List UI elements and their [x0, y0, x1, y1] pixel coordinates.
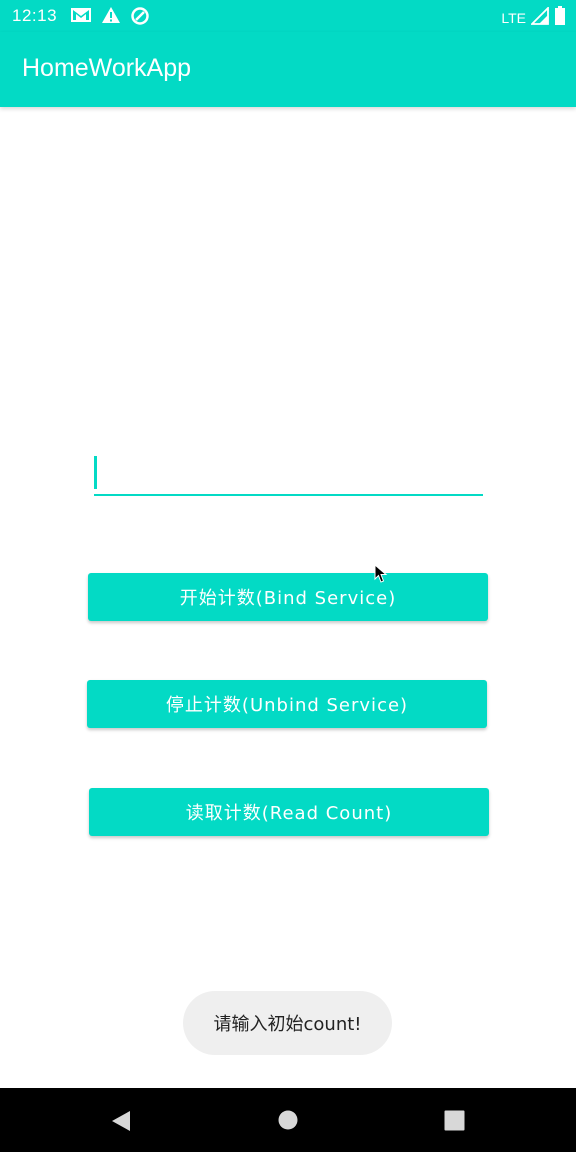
bind-service-button[interactable]: 开始计数(Bind Service)	[88, 573, 488, 621]
status-bar: 12:13 LTE	[0, 0, 576, 32]
toast-message: 请输入初始count!	[183, 991, 392, 1055]
network-type: LTE	[501, 10, 526, 26]
status-time: 12:13	[12, 6, 58, 25]
warning-icon	[101, 6, 121, 30]
battery-icon	[554, 6, 566, 30]
notification-icons	[70, 6, 150, 30]
app-bar: HomeWorkApp	[0, 32, 576, 107]
count-input[interactable]	[94, 452, 483, 496]
navigation-bar	[0, 1088, 576, 1152]
mouse-pointer-icon	[374, 563, 388, 588]
signal-icon	[529, 5, 549, 29]
system-status-icons: LTE	[501, 5, 566, 30]
home-icon[interactable]	[278, 1110, 298, 1134]
text-cursor	[94, 456, 97, 489]
gmail-icon	[70, 6, 92, 30]
back-icon[interactable]	[110, 1110, 132, 1136]
unbind-service-button[interactable]: 停止计数(Unbind Service)	[87, 680, 487, 728]
app-title: HomeWorkApp	[22, 54, 192, 82]
data-saver-icon	[130, 6, 150, 30]
read-count-button[interactable]: 读取计数(Read Count)	[89, 788, 489, 836]
recents-icon[interactable]	[444, 1110, 465, 1135]
